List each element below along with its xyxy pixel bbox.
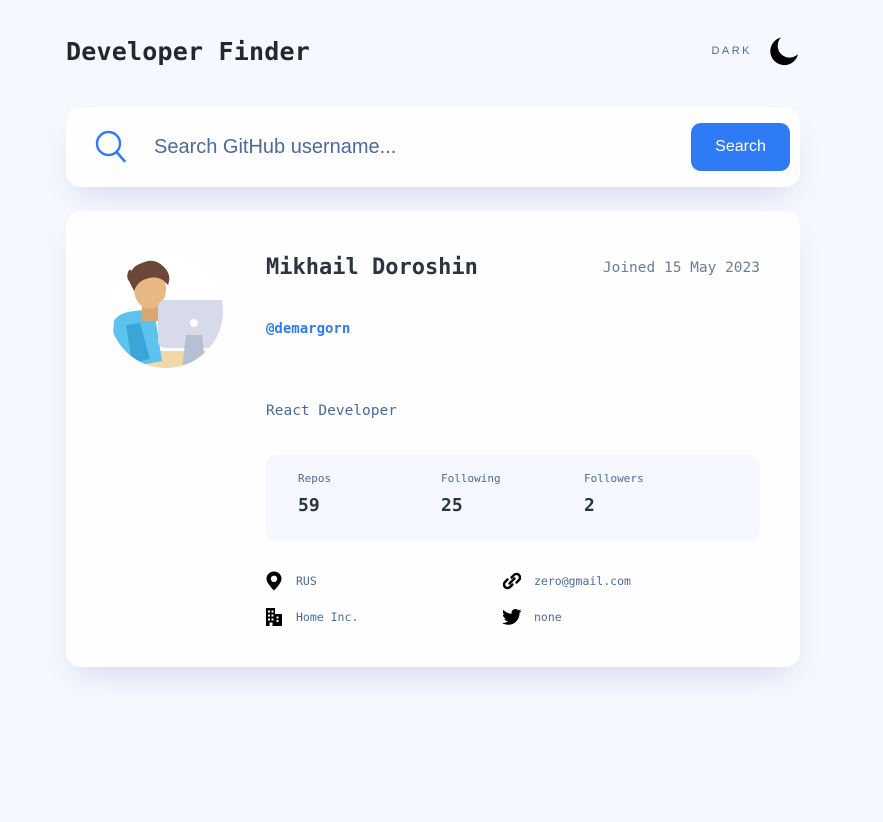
stat-label: Following <box>441 472 501 485</box>
profile-login-link[interactable]: @demargorn <box>266 321 350 337</box>
twitter-icon <box>502 609 522 625</box>
stat-value: 2 <box>584 495 595 516</box>
stat-repos: Repos 59 <box>298 472 331 516</box>
profile-name: Mikhail Doroshin <box>266 255 478 280</box>
stat-value: 25 <box>441 495 463 516</box>
website-text: zero@gmail.com <box>534 574 631 588</box>
search-input[interactable] <box>154 127 674 167</box>
avatar <box>109 254 223 368</box>
company-text: Home Inc. <box>296 610 359 624</box>
stat-value: 59 <box>298 495 320 516</box>
search-button[interactable]: Search <box>691 123 790 171</box>
stat-followers: Followers 2 <box>584 472 644 516</box>
twitter-text: none <box>534 610 562 624</box>
profile-card: Mikhail Doroshin Joined 15 May 2023 @dem… <box>66 211 800 667</box>
theme-toggle[interactable]: DARK <box>711 35 800 67</box>
stat-label: Repos <box>298 472 332 485</box>
building-icon <box>266 608 282 626</box>
profile-bio: React Developer <box>266 403 397 419</box>
info-company: Home Inc. <box>264 607 358 627</box>
info-website[interactable]: zero@gmail.com <box>502 571 631 591</box>
search-icon <box>95 130 126 163</box>
info-twitter: none <box>502 607 562 627</box>
joined-date: Joined 15 May 2023 <box>602 260 760 276</box>
location-pin-icon <box>266 571 282 591</box>
location-text: RUS <box>296 574 317 588</box>
moon-icon <box>770 37 798 66</box>
info-location: RUS <box>264 571 317 591</box>
search-bar: Search <box>66 107 800 187</box>
stat-label: Followers <box>584 472 644 485</box>
stats-panel: Repos 59 Following 25 Followers 2 <box>266 455 760 541</box>
theme-toggle-label: DARK <box>711 45 752 57</box>
app-title: Developer Finder <box>66 36 311 66</box>
app-header: Developer Finder DARK <box>66 30 800 72</box>
link-icon <box>502 572 522 590</box>
stat-following: Following 25 <box>441 472 501 516</box>
